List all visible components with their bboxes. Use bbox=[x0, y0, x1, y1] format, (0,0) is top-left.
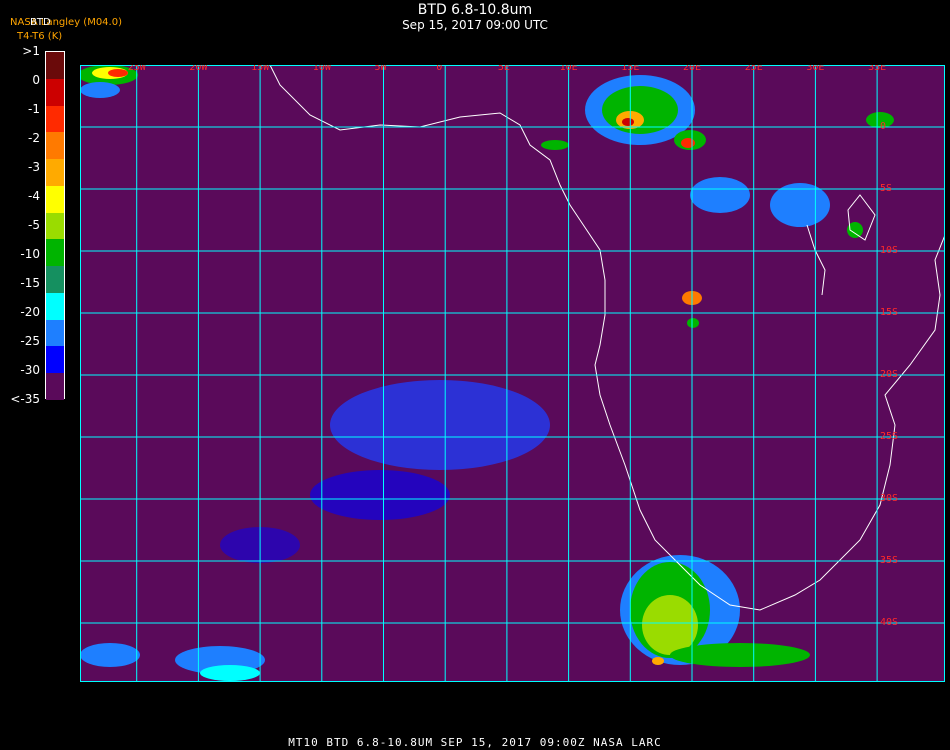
credit-label: NASA Langley (M04.0) bbox=[10, 17, 122, 28]
latitude-label: 10S bbox=[880, 245, 898, 256]
colorbar-segment bbox=[46, 52, 64, 79]
colorbar-segment bbox=[46, 185, 64, 213]
colorbar-segment bbox=[46, 292, 64, 320]
colorbar-segment bbox=[46, 319, 64, 347]
colorbar-label: -30 bbox=[20, 363, 40, 377]
colorbar-segment bbox=[46, 132, 64, 160]
longitude-label: 15E bbox=[621, 65, 639, 73]
colorbar-segment bbox=[46, 212, 64, 240]
colorbar-label: -3 bbox=[28, 160, 40, 174]
colorbar-label: -20 bbox=[20, 305, 40, 319]
colorbar-segment bbox=[46, 346, 64, 374]
colorbar-segment bbox=[46, 373, 64, 400]
colorbar-segment bbox=[46, 266, 64, 293]
colorbar-label: -25 bbox=[20, 334, 40, 348]
latitude-label: 30S bbox=[880, 493, 898, 504]
longitude-label: 20W bbox=[189, 65, 208, 73]
colorbar-segment bbox=[46, 78, 64, 106]
latitude-label: 25S bbox=[880, 431, 898, 442]
colorbar-label: -15 bbox=[20, 276, 40, 290]
colorbar-label: >1 bbox=[22, 44, 40, 58]
latitude-label: 40S bbox=[880, 617, 898, 628]
longitude-label: 20E bbox=[683, 65, 701, 73]
colorbar-segment bbox=[46, 239, 64, 267]
chart-title: BTD 6.8-10.8um bbox=[417, 2, 533, 18]
longitude-label: 25E bbox=[745, 65, 763, 73]
longitude-label: 15W bbox=[251, 65, 270, 73]
latitude-label: 20S bbox=[880, 369, 898, 380]
longitude-label: 10E bbox=[560, 65, 578, 73]
longitude-label: 35E bbox=[868, 65, 886, 73]
longitude-label: 0 bbox=[436, 65, 442, 73]
longitude-label: 5E bbox=[498, 65, 510, 73]
colorbar-label: -10 bbox=[20, 247, 40, 261]
longitude-label: 10W bbox=[313, 65, 332, 73]
colorbar bbox=[45, 51, 65, 400]
footer-caption: MT10 BTD 6.8-10.8UM SEP 15, 2017 09:00Z … bbox=[288, 736, 662, 749]
latitude-label: 35S bbox=[880, 555, 898, 566]
longitude-label: 5W bbox=[375, 65, 388, 73]
colorbar-label: -2 bbox=[28, 131, 40, 145]
colorbar-label: <-35 bbox=[10, 392, 40, 406]
colorbar-segment bbox=[46, 105, 64, 133]
latitude-label: 5S bbox=[880, 183, 892, 194]
longitude-label: 25W bbox=[128, 65, 147, 73]
latitude-label: 0 bbox=[880, 121, 886, 132]
satellite-map: 25W 20W 15W 10W 5W 0 5E 10E 15E 20E 25E 30E 35E 0 5S 1… bbox=[80, 65, 945, 682]
colorbar-label: -4 bbox=[28, 189, 40, 203]
colorbar-segment bbox=[46, 159, 64, 186]
colorbar-label: -1 bbox=[28, 102, 40, 116]
colorbar-label: -5 bbox=[28, 218, 40, 232]
chart-timestamp: Sep 15, 2017 09:00 UTC bbox=[402, 18, 548, 32]
longitude-label: 30E bbox=[806, 65, 824, 73]
units-label: T4-T6 (K) bbox=[17, 31, 63, 42]
btd-label: BTD bbox=[30, 17, 51, 28]
latitude-label: 15S bbox=[880, 307, 898, 318]
colorbar-label: 0 bbox=[32, 73, 40, 87]
